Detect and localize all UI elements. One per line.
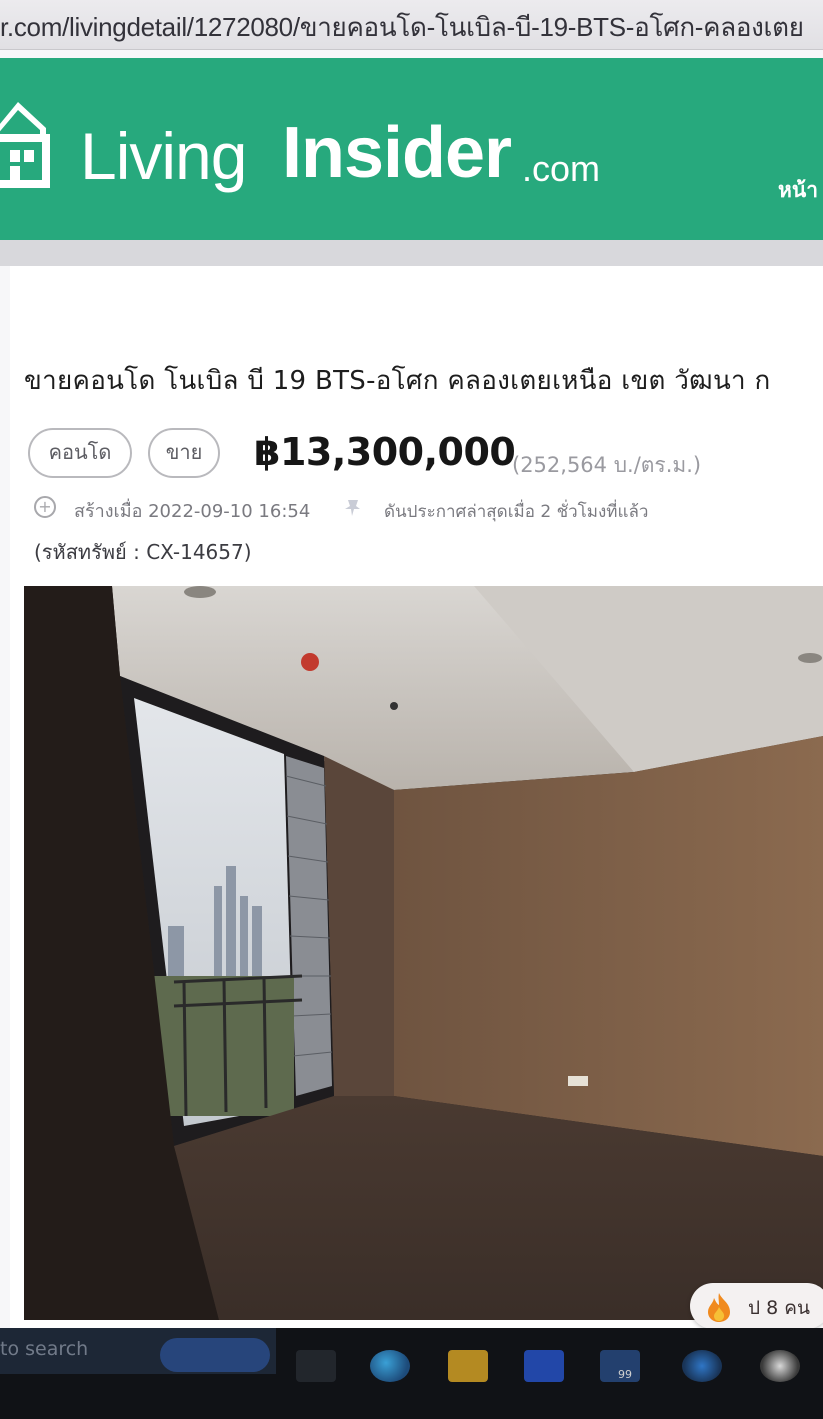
listing-price: ฿13,300,000 <box>254 430 516 474</box>
created-date: สร้างเมื่อ 2022-09-10 16:54 <box>74 501 311 522</box>
likes-pill[interactable]: ป 8 คน <box>690 1283 823 1329</box>
deal-type-badge[interactable]: ขาย <box>148 428 220 478</box>
property-type-badge[interactable]: คอนโด <box>28 428 132 478</box>
file-explorer-icon[interactable] <box>448 1350 488 1382</box>
notification-badge: 99 <box>618 1368 632 1381</box>
property-code: (รหัสทรัพย์ : CX-14657) <box>34 540 252 564</box>
taskbar-search[interactable]: to search <box>0 1328 276 1374</box>
likes-count: ป 8 คน <box>748 1297 810 1319</box>
brand-tld[interactable]: .com <box>522 148 600 190</box>
price-per-sqm: (252,564 บ./ตร.ม.) <box>512 453 702 477</box>
xbox-icon[interactable] <box>760 1350 800 1382</box>
fire-icon <box>708 1293 730 1322</box>
header-subbar <box>0 240 823 266</box>
pin-icon <box>345 500 360 516</box>
edge-browser-icon[interactable] <box>370 1350 410 1382</box>
house-logo-icon[interactable] <box>0 96 58 192</box>
app-icon[interactable] <box>682 1350 722 1382</box>
room-photo-drawing <box>24 586 823 1320</box>
plus-circle-icon: + <box>34 496 56 518</box>
url-text[interactable]: r.com/livingdetail/1272080/ขายคอนโด-โนเบ… <box>0 7 804 48</box>
screen: r.com/livingdetail/1272080/ขายคอนโด-โนเบ… <box>0 0 823 1419</box>
task-view-icon[interactable] <box>296 1350 336 1382</box>
brand-insider[interactable]: Insider <box>282 112 512 194</box>
store-icon[interactable] <box>524 1350 564 1382</box>
taskbar-search-text[interactable]: to search <box>0 1338 88 1360</box>
nav-home-link[interactable]: หน้า <box>778 174 818 207</box>
search-highlight-icon <box>160 1338 270 1372</box>
listing-photo[interactable] <box>24 586 823 1320</box>
address-bar[interactable]: r.com/livingdetail/1272080/ขายคอนโด-โนเบ… <box>0 0 823 50</box>
listing-meta: + สร้างเมื่อ 2022-09-10 16:54 ดันประกาศล… <box>34 494 823 522</box>
bumped-time: ดันประกาศล่าสุดเมื่อ 2 ชั่วโมงที่แล้ว <box>384 502 649 522</box>
listing-title: ขายคอนโด โนเบิล บี 19 BTS-อโศก คลองเตยเห… <box>24 366 771 396</box>
brand-living[interactable]: Living <box>80 118 247 194</box>
